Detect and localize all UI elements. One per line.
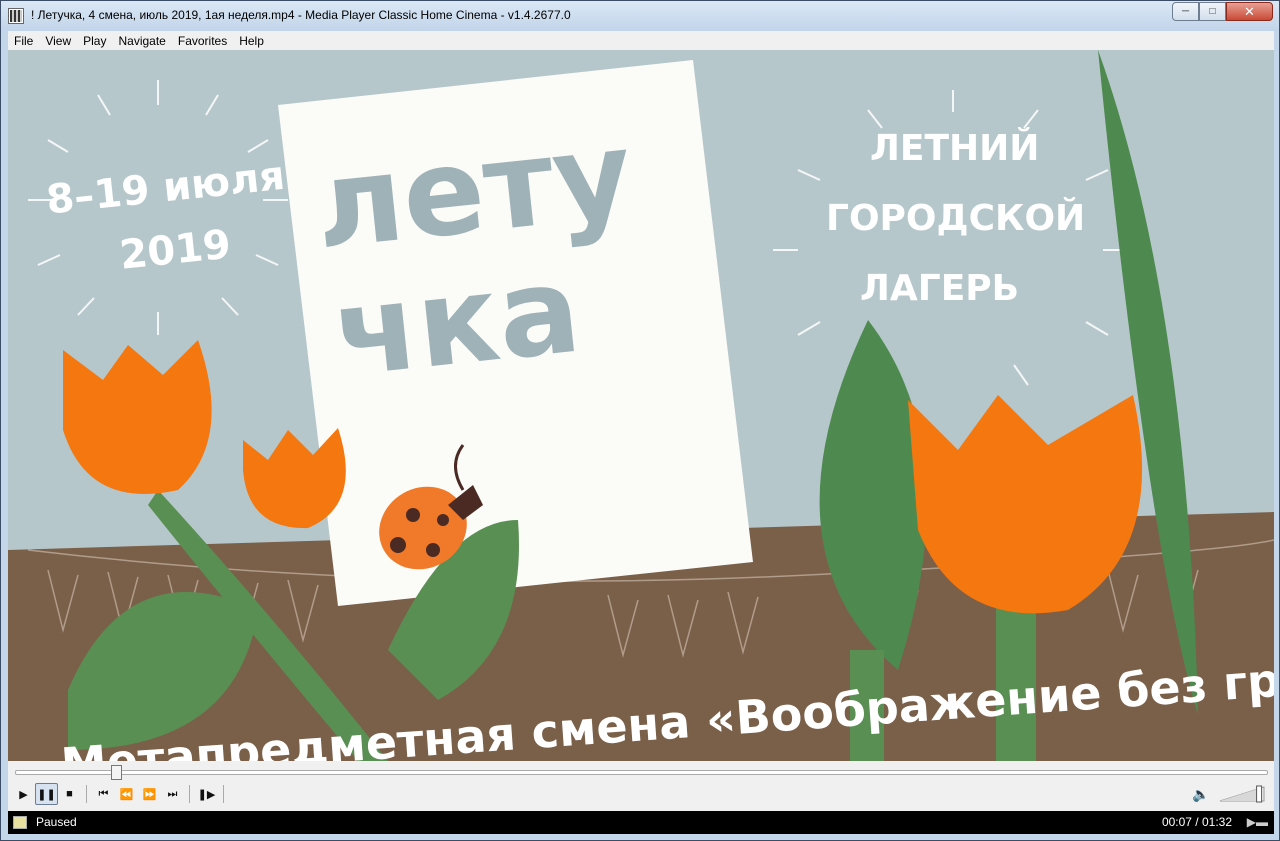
separator (223, 785, 224, 803)
fast-forward-button[interactable]: ⏩ (138, 783, 161, 805)
menu-help[interactable]: Help (233, 34, 270, 48)
minimize-button[interactable]: ─ (1172, 2, 1199, 21)
playback-state: Paused (36, 815, 77, 829)
controls-panel: ▶ ❚❚ ■ ⏮ ⏪ ⏩ ⏭ ❚▶ 🔈 (8, 761, 1274, 811)
close-button[interactable]: ✕ (1226, 2, 1273, 21)
app-icon[interactable] (8, 8, 24, 24)
fast-forward-icon: ⏩ (142, 788, 157, 801)
rewind-icon: ⏪ (119, 788, 134, 801)
menu-bar: File View Play Navigate Favorites Help (8, 31, 1274, 50)
status-file-icon (13, 816, 27, 829)
audio-stream-icon[interactable]: ▶▬ (1247, 815, 1268, 829)
separator (86, 785, 87, 803)
stop-button[interactable]: ■ (58, 783, 81, 805)
skip-forward-button[interactable]: ⏭ (161, 783, 184, 805)
status-bar: Paused 00:07 / 01:32 ▶▬ (8, 811, 1274, 834)
pause-button[interactable]: ❚❚ (35, 783, 58, 805)
time-display[interactable]: 00:07 / 01:32 (1162, 815, 1232, 829)
title-bar[interactable]: ! Летучка, 4 смена, июль 2019, 1ая недел… (1, 1, 1279, 31)
skip-forward-icon: ⏭ (167, 787, 178, 800)
menu-navigate[interactable]: Navigate (112, 34, 171, 48)
close-icon: ✕ (1244, 3, 1255, 19)
menu-file[interactable]: File (8, 34, 39, 48)
rewind-button[interactable]: ⏪ (115, 783, 138, 805)
frame-step-icon: ❚▶ (197, 788, 216, 801)
frame-step-button[interactable]: ❚▶ (195, 783, 218, 805)
player-window: ! Летучка, 4 смена, июль 2019, 1ая недел… (0, 0, 1280, 841)
seek-thumb[interactable] (111, 765, 123, 780)
skip-back-icon: ⏮ (98, 787, 109, 800)
speaker-icon[interactable]: 🔈 (1192, 786, 1209, 802)
camp-text-line3: ЛАГЕРЬ (860, 268, 1019, 309)
maximize-button[interactable]: □ (1199, 2, 1226, 21)
minimize-icon: ─ (1181, 6, 1190, 17)
stop-icon: ■ (66, 788, 73, 800)
menu-favorites[interactable]: Favorites (172, 34, 233, 48)
volume-thumb[interactable] (1256, 785, 1263, 803)
video-frame[interactable]: 8–19 июля 2019 лету чка ЛЕТНИЙ ГОРОДСКОЙ… (8, 50, 1274, 761)
maximize-icon: □ (1209, 6, 1216, 17)
camp-text-line2: ГОРОДСКОЙ (826, 197, 1085, 239)
menu-play[interactable]: Play (77, 34, 112, 48)
play-button[interactable]: ▶ (12, 783, 35, 805)
transport-buttons: ▶ ❚❚ ■ ⏮ ⏪ ⏩ ⏭ ❚▶ (12, 783, 229, 805)
pause-icon: ❚❚ (37, 788, 56, 801)
window-title: ! Летучка, 4 смена, июль 2019, 1ая недел… (31, 8, 571, 22)
volume-slider[interactable] (1218, 783, 1268, 803)
separator (189, 785, 190, 803)
seek-bar[interactable] (15, 770, 1268, 775)
camp-text-line1: ЛЕТНИЙ (870, 127, 1039, 169)
menu-view[interactable]: View (39, 34, 77, 48)
skip-back-button[interactable]: ⏮ (92, 783, 115, 805)
play-icon: ▶ (19, 788, 28, 801)
logo-text-bottom: чка (328, 241, 586, 405)
video-artwork: 8–19 июля 2019 лету чка ЛЕТНИЙ ГОРОДСКОЙ… (8, 50, 1274, 761)
